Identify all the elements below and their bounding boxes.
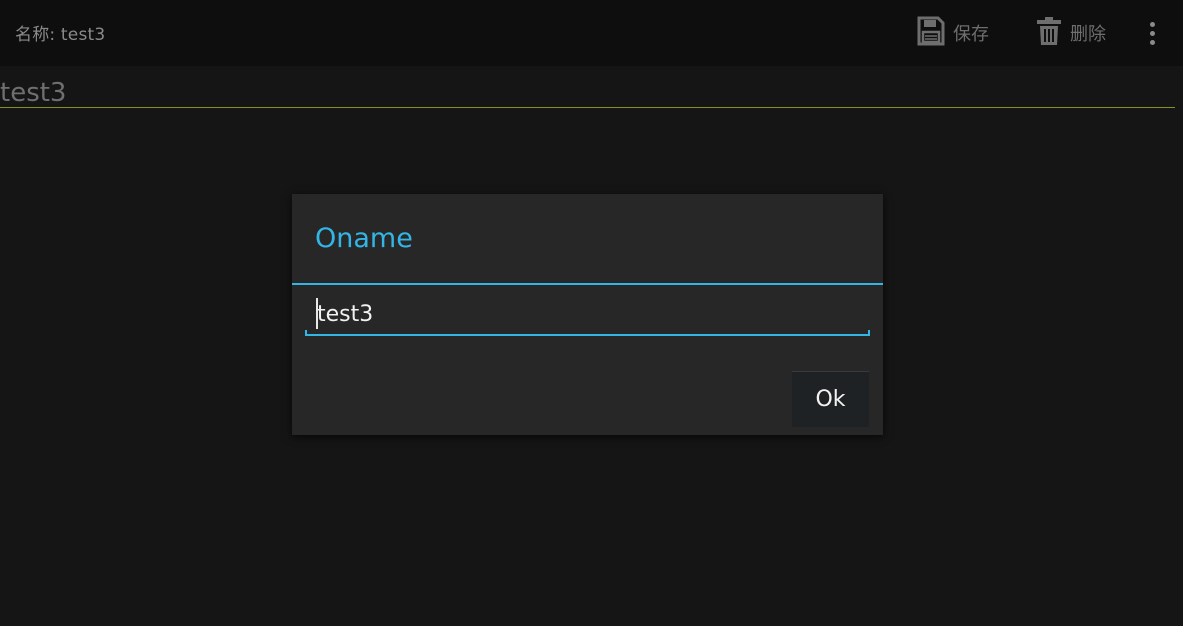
save-label: 保存 bbox=[953, 24, 989, 45]
name-field-value: test3 bbox=[0, 78, 67, 108]
ok-button[interactable]: Ok bbox=[792, 371, 869, 427]
dialog-title: Oname bbox=[315, 223, 413, 254]
action-bar: 名称: test3 保存 删除 bbox=[0, 0, 1183, 66]
save-button[interactable]: 保存 bbox=[917, 16, 989, 50]
dialog-input-value: test3 bbox=[317, 302, 374, 327]
trash-icon bbox=[1036, 16, 1062, 51]
more-vert-icon[interactable] bbox=[1140, 18, 1164, 48]
input-underline bbox=[305, 334, 870, 336]
dialog-name-input[interactable]: test3 bbox=[305, 298, 870, 336]
floppy-disk-icon bbox=[917, 16, 945, 51]
page-title: 名称: test3 bbox=[15, 25, 106, 45]
name-dialog: Oname test3 Ok bbox=[292, 194, 883, 435]
delete-label: 删除 bbox=[1070, 24, 1106, 45]
dialog-title-divider bbox=[292, 283, 883, 285]
delete-button[interactable]: 删除 bbox=[1036, 16, 1106, 50]
name-field[interactable]: test3 bbox=[0, 76, 1175, 108]
